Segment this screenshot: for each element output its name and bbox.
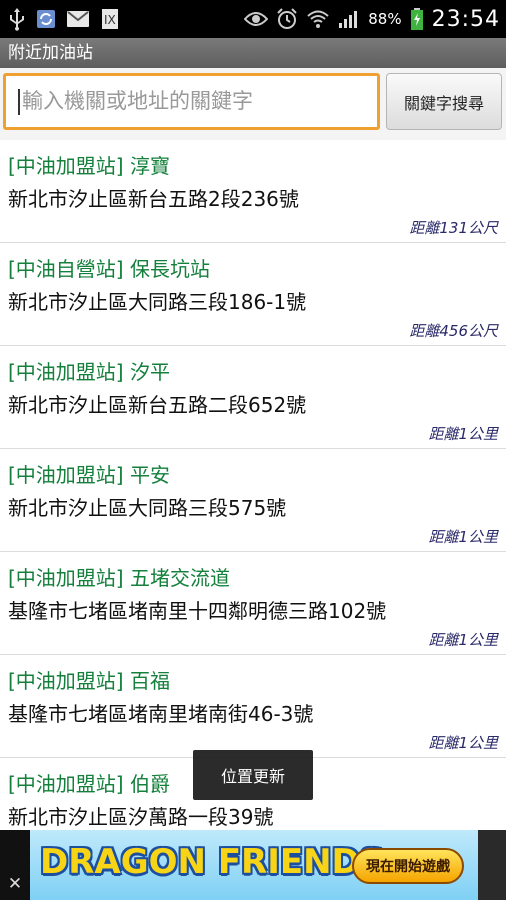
- ad-play-now-button[interactable]: 現在開始遊戲: [352, 848, 464, 884]
- station-address: 基隆市七堵區堵南里堵南街46-3號: [8, 702, 314, 726]
- station-list-item[interactable]: [中油加盟站] 淳寶 新北市汐止區新台五路2段236號 距離131公尺: [0, 140, 506, 243]
- ad-close-button[interactable]: ✕: [0, 830, 30, 900]
- station-address: 新北市汐止區汐萬路一段39號: [8, 805, 274, 829]
- station-distance: 距離456公尺: [409, 322, 498, 340]
- station-name: [中油加盟站] 汐平: [8, 360, 170, 384]
- station-address: 新北市汐止區新台五路二段652號: [8, 393, 307, 417]
- station-name: [中油自營站] 保長坑站: [8, 257, 210, 281]
- wifi-icon: [306, 9, 330, 29]
- app-title-bar: 附近加油站: [0, 38, 506, 68]
- page-title: 附近加油站: [8, 43, 93, 63]
- station-list-item[interactable]: [中油自營站] 保長坑站 新北市汐止區大同路三段186-1號 距離456公尺: [0, 243, 506, 346]
- gmail-icon: [66, 10, 90, 28]
- text-cursor: [18, 89, 20, 115]
- alarm-icon: [276, 8, 298, 30]
- battery-percent: 88%: [368, 10, 402, 28]
- station-list-item[interactable]: [中油加盟站] 汐平 新北市汐止區新台五路二段652號 距離1公里: [0, 346, 506, 449]
- signal-icon: [338, 9, 360, 29]
- station-name: [中油加盟站] 百福: [8, 669, 170, 693]
- station-name: [中油加盟站] 五堵交流道: [8, 566, 230, 590]
- station-list-item[interactable]: [中油加盟站] 五堵交流道 基隆市七堵區堵南里十四鄰明德三路102號 距離1公里: [0, 552, 506, 655]
- station-list-item[interactable]: [中油加盟站] 百福 基隆市七堵區堵南里堵南街46-3號 距離1公里: [0, 655, 506, 758]
- station-distance: 距離1公里: [428, 734, 498, 752]
- station-address: 新北市汐止區大同路三段186-1號: [8, 290, 307, 314]
- search-input[interactable]: 輸入機關或地址的關鍵字: [3, 73, 380, 130]
- station-distance: 距離1公里: [428, 631, 498, 649]
- station-name: [中油加盟站] 伯爵: [8, 772, 170, 796]
- notification-icons: IX: [8, 6, 120, 32]
- ad-title: DRAGON FRIENDS: [40, 842, 385, 882]
- clock: 23:54: [431, 6, 500, 32]
- keyword-search-button[interactable]: 關鍵字搜尋: [386, 73, 502, 130]
- battery-icon: [410, 7, 424, 31]
- station-distance: 距離131公尺: [409, 219, 498, 237]
- ad-content[interactable]: DRAGON FRIENDS 現在開始遊戲: [30, 830, 478, 900]
- usb-icon: [8, 7, 26, 31]
- search-bar: 輸入機關或地址的關鍵字 關鍵字搜尋: [0, 68, 506, 140]
- sync-icon: [36, 8, 56, 30]
- svg-text:IX: IX: [104, 13, 116, 27]
- station-address: 新北市汐止區新台五路2段236號: [8, 187, 299, 211]
- ad-banner[interactable]: ✕ DRAGON FRIENDS 現在開始遊戲: [0, 830, 506, 900]
- station-distance: 距離1公里: [428, 528, 498, 546]
- status-bar: IX 88% 23:54: [0, 0, 506, 38]
- document-icon: IX: [100, 8, 120, 30]
- station-list-item[interactable]: [中油加盟站] 平安 新北市汐止區大同路三段575號 距離1公里: [0, 449, 506, 552]
- eye-icon: [244, 11, 269, 27]
- station-address: 基隆市七堵區堵南里十四鄰明德三路102號: [8, 599, 387, 623]
- location-update-toast: 位置更新: [193, 750, 313, 800]
- station-name: [中油加盟站] 淳寶: [8, 154, 170, 178]
- station-distance: 距離1公里: [428, 425, 498, 443]
- station-address: 新北市汐止區大同路三段575號: [8, 496, 287, 520]
- station-name: [中油加盟站] 平安: [8, 463, 170, 487]
- station-list[interactable]: [中油加盟站] 淳寶 新北市汐止區新台五路2段236號 距離131公尺 [中油自…: [0, 140, 506, 830]
- search-placeholder: 輸入機關或地址的關鍵字: [22, 89, 253, 113]
- system-status: 88% 23:54: [244, 0, 500, 38]
- ad-edge: [478, 830, 506, 900]
